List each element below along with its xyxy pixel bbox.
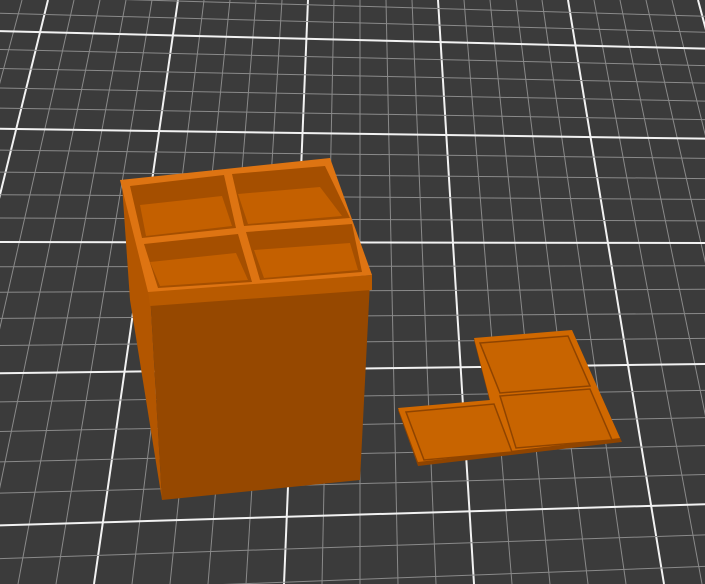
3d-viewport[interactable] [0, 0, 705, 584]
box-model[interactable] [120, 158, 372, 500]
box-front-face [150, 282, 370, 500]
lid-tile [404, 403, 514, 461]
